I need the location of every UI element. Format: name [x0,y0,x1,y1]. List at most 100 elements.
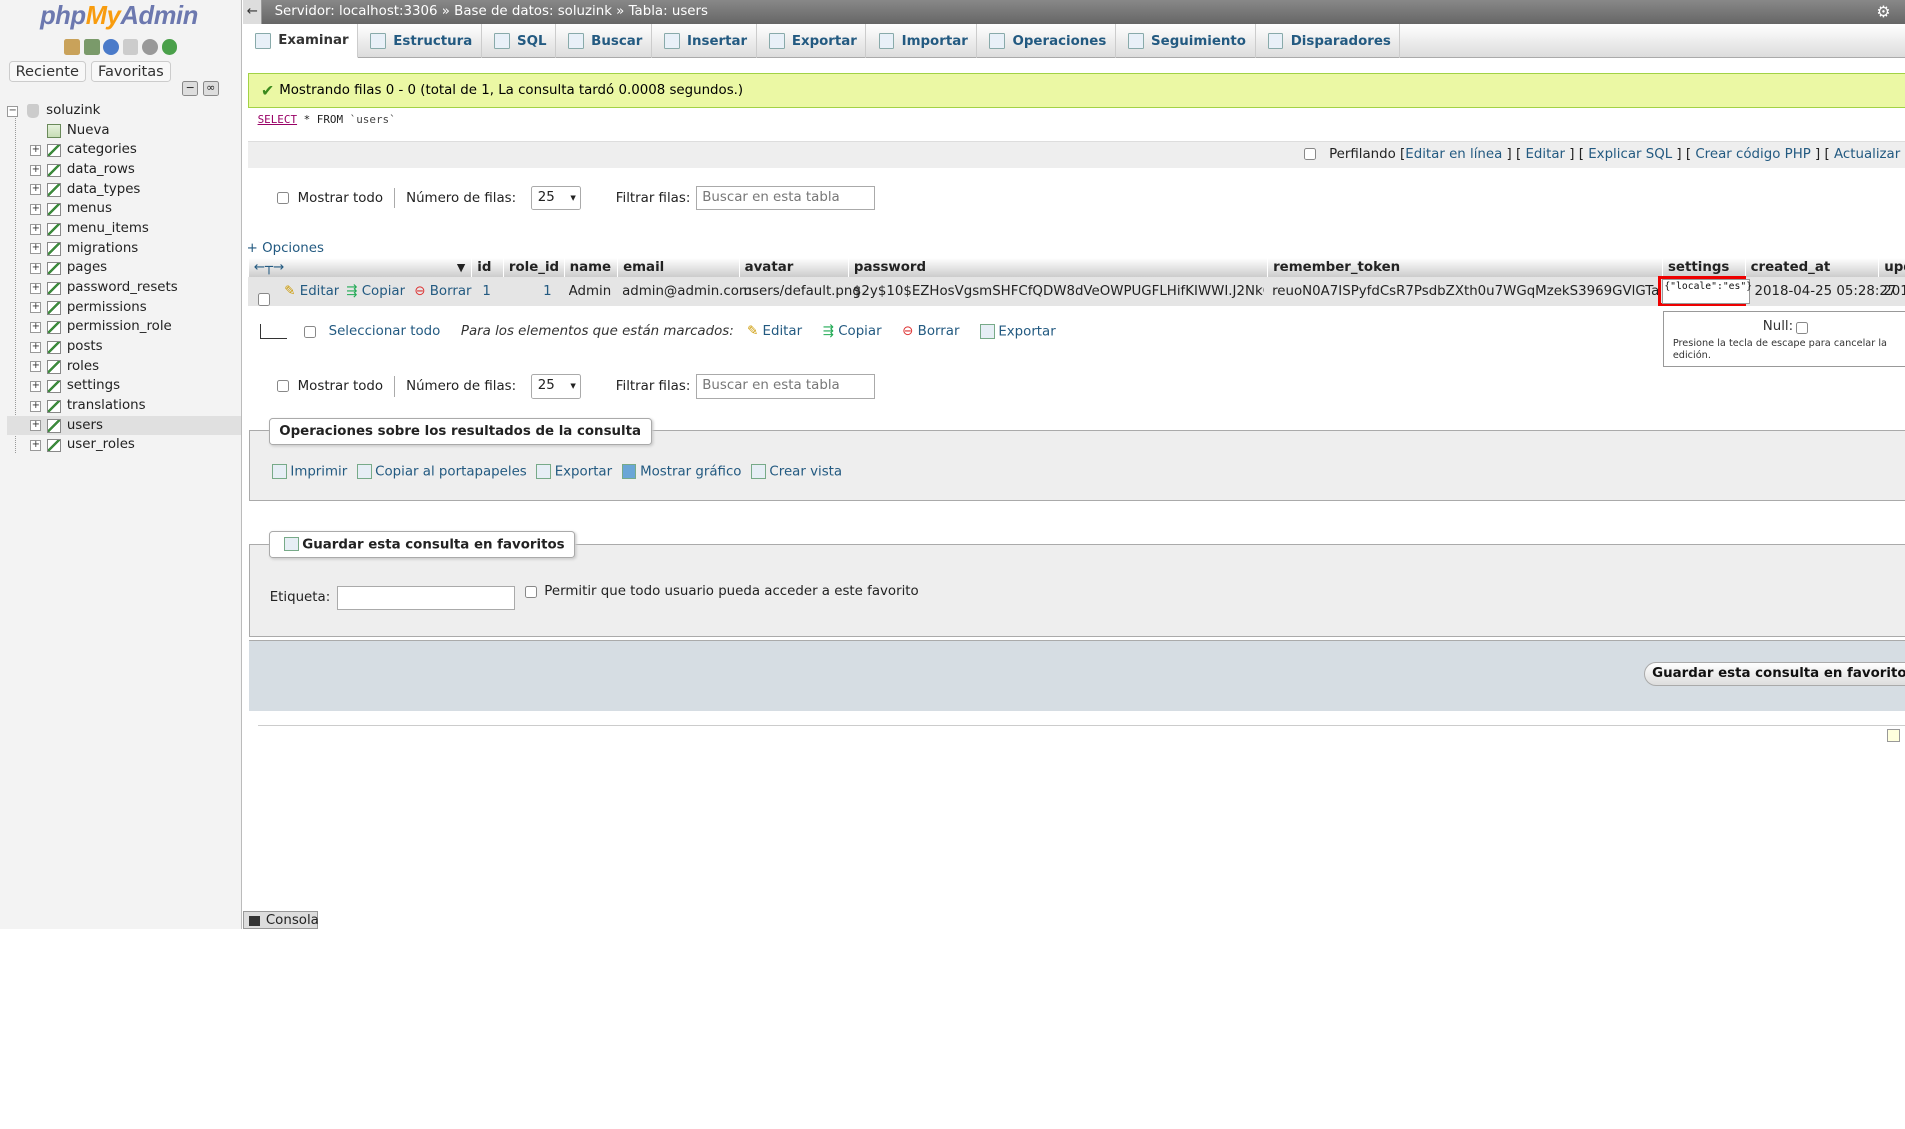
tab-operaciones[interactable]: Operaciones [977,24,1116,59]
selected-export-link[interactable]: Exportar [980,324,1056,339]
expand-icon[interactable]: + [30,223,42,235]
tree-table-categories[interactable]: + categories [7,140,240,160]
breadcrumb[interactable]: Servidor: localhost:3306 » Base de datos… [275,0,708,24]
expand-icon[interactable]: + [30,243,42,255]
save-bookmark-button[interactable]: Guardar esta consulta en favoritos [1643,662,1905,687]
copy-clipboard-link[interactable]: Copiar al portapapeles [356,464,527,479]
tab-buscar[interactable]: Buscar [556,24,652,59]
row-checkbox[interactable] [257,293,270,306]
console-button[interactable]: Consola [243,911,319,930]
expand-icon[interactable]: + [30,440,42,452]
expand-icon[interactable]: + [30,204,42,215]
permit-all-users-checkbox[interactable] [524,585,538,598]
collapse-all-icon[interactable]: − [182,81,199,96]
tree-table-permission-role[interactable]: + permission_role [7,317,240,337]
expand-icon[interactable]: + [30,263,42,274]
tree-table-users[interactable]: + users [7,415,241,436]
null-checkbox[interactable] [1795,321,1808,334]
expand-icon[interactable]: + [30,184,42,196]
selected-copy-link[interactable]: ⇶ Copiar [823,324,882,339]
tree-table-roles[interactable]: + roles [7,357,240,377]
expand-icon[interactable]: + [30,302,42,314]
create-view-link[interactable]: Crear vista [751,464,842,479]
docs-icon[interactable] [122,38,139,55]
tab-importar[interactable]: Importar [866,24,978,59]
print-view-icon[interactable] [1886,729,1901,743]
expand-icon[interactable]: + [30,322,42,334]
row-edit-link[interactable]: ✎ Editar [284,277,339,306]
export-link[interactable]: Exportar [536,464,612,479]
show-all-checkbox-bottom[interactable] [277,380,290,393]
favorites-button[interactable]: Favoritas [90,60,171,83]
edit-link[interactable]: Editar [1525,147,1565,162]
col-avatar[interactable]: avatar [738,257,793,278]
tab-seguimiento[interactable]: Seguimiento [1116,24,1256,59]
rows-select-bottom[interactable]: 25 [530,374,581,399]
column-arrows[interactable]: ←┬→ [247,257,472,278]
inline-edit-link[interactable]: Editar en línea [1405,147,1502,162]
sort-icon[interactable]: ▼ [452,258,465,277]
tree-table-settings[interactable]: + settings [7,376,240,396]
tab-exportar[interactable]: Exportar [757,24,867,59]
expand-icon[interactable]: + [30,282,42,294]
tree-table-data-rows[interactable]: + data_rows [7,160,240,180]
col-id[interactable]: id [471,257,491,278]
expand-icon[interactable]: + [30,381,42,393]
tree-table-password-resets[interactable]: + password_resets [7,278,240,298]
tab-insertar[interactable]: Insertar [652,24,757,59]
col-password[interactable]: password [848,257,926,278]
settings-edit-textarea[interactable]: {"locale":"es"} [1662,279,1752,304]
rows-select[interactable]: 25 [530,185,581,211]
select-all-checkbox[interactable] [303,325,316,338]
row-copy-link[interactable]: ⇶ Copiar [346,277,405,306]
tree-table-menu-items[interactable]: + menu_items [7,219,240,239]
expand-icon[interactable]: + [30,341,42,353]
collapse-nav-icon[interactable]: ← [243,0,263,25]
expand-icon[interactable]: + [30,145,42,156]
create-php-code-link[interactable]: Crear código PHP [1695,147,1810,162]
home-icon[interactable] [64,38,81,55]
selected-delete-link[interactable]: ⊖ Borrar [902,324,959,339]
gear-icon[interactable]: ⚙ [1876,0,1890,24]
show-all-checkbox[interactable] [277,191,290,205]
recent-button[interactable]: Reciente [8,60,87,83]
tree-table-translations[interactable]: + translations [7,396,240,416]
row-delete-link[interactable]: ⊖ Borrar [414,277,471,306]
profiling-checkbox[interactable] [1304,147,1317,160]
settings-icon[interactable] [142,38,158,55]
expand-icon[interactable]: + [30,400,42,412]
col-settings[interactable]: settings [1662,257,1729,278]
filter-rows-input[interactable]: Buscar en esta tabla [696,185,875,211]
link-icon[interactable]: ∞ [202,81,219,96]
show-chart-link[interactable]: Mostrar gráfico [621,464,741,479]
col-remember-token[interactable]: remember_token [1267,257,1400,278]
print-link[interactable]: Imprimir [272,464,347,479]
explain-sql-link[interactable]: Explicar SQL [1588,147,1672,162]
expand-icon[interactable]: + [30,164,42,176]
tree-table-data-types[interactable]: + data_types [7,180,240,200]
tab-examinar[interactable]: Examinar [243,24,359,59]
col-created-at[interactable]: created_at [1744,257,1830,278]
col-role-id[interactable]: role_id [503,257,559,278]
tree-table-permissions[interactable]: + permissions [7,298,240,318]
tree-table-posts[interactable]: + posts [7,337,240,357]
tree-table-migrations[interactable]: + migrations [7,239,240,259]
tree-new[interactable]: Nueva [7,121,240,141]
expand-icon[interactable]: + [30,361,42,373]
expand-icon[interactable]: + [30,420,42,432]
options-link[interactable]: + Opciones [247,241,324,256]
phpmyadmin-logo[interactable]: phpMyAdmin [40,2,198,31]
selected-edit-link[interactable]: ✎ Editar [747,324,802,339]
col-email[interactable]: email [617,257,664,278]
tab-estructura[interactable]: Estructura [358,24,482,59]
select-all-link[interactable]: Seleccionar todo [329,324,441,339]
filter-rows-input-bottom[interactable]: Buscar en esta tabla [696,374,875,399]
exit-icon[interactable] [83,38,100,55]
tree-db-soluzink[interactable]: − soluzink [7,101,240,121]
tree-table-user-roles[interactable]: + user_roles [7,435,240,455]
help-icon[interactable] [103,38,120,55]
tab-disparadores[interactable]: Disparadores [1256,24,1401,59]
col-updated-at[interactable]: upd [1878,257,1905,278]
tree-table-menus[interactable]: + menus [7,199,240,219]
sql-query-box[interactable]: SELECT * FROM `users` [247,108,1905,141]
